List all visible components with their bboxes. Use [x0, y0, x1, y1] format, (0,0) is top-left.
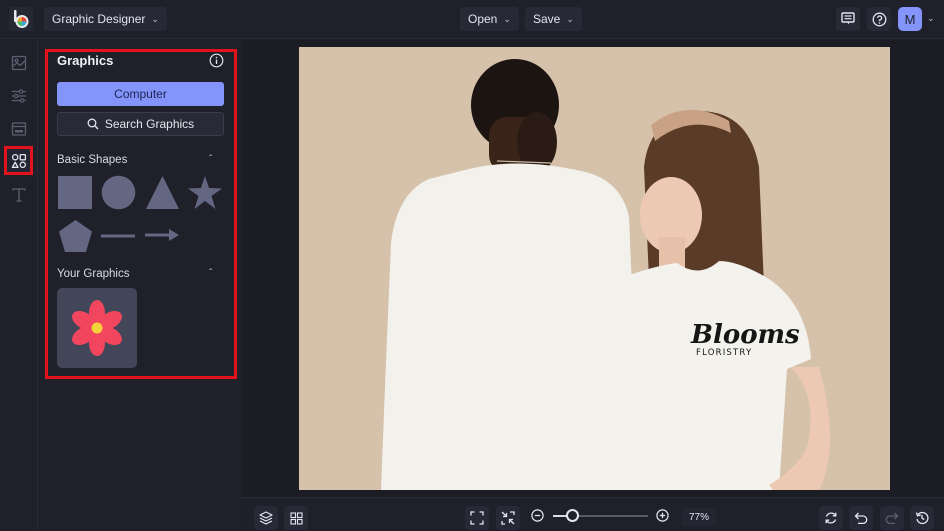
redo-icon [885, 512, 899, 525]
grid-view-button[interactable] [284, 506, 308, 530]
comments-button[interactable] [836, 7, 860, 31]
shirt-logo-subtitle: FLORISTRY [696, 348, 752, 358]
open-label: Open [468, 12, 498, 26]
layers-button[interactable] [254, 506, 278, 530]
layers-icon [259, 511, 273, 525]
your-graphics-heading: Your Graphics [57, 268, 130, 280]
grid-icon [289, 511, 303, 525]
rail-item-edit[interactable] [4, 81, 33, 110]
computer-label: Computer [114, 87, 167, 101]
rail-item-graphics[interactable] [4, 146, 33, 175]
your-graphic-item[interactable] [57, 288, 137, 368]
search-icon [87, 118, 99, 130]
befunky-logo-icon [14, 10, 29, 28]
shape-arrow[interactable] [145, 228, 180, 242]
image-icon [11, 55, 26, 70]
shape-triangle[interactable] [145, 176, 180, 209]
mode-dropdown[interactable]: Graphic Designer ⌄ [44, 7, 167, 31]
chevron-down-icon: ⌄ [503, 13, 511, 24]
undo-button[interactable] [849, 506, 873, 530]
chevron-down-icon[interactable]: ⌄ [927, 13, 935, 24]
mode-label: Graphic Designer [52, 12, 146, 26]
save-button[interactable]: Save ⌄ [525, 7, 582, 31]
basic-shapes-heading: Basic Shapes [57, 154, 128, 166]
zoom-out-icon[interactable] [531, 509, 544, 522]
app-logo[interactable] [9, 7, 33, 31]
shape-star[interactable] [188, 176, 222, 209]
shape-circle[interactable] [101, 175, 136, 210]
help-icon [872, 12, 886, 26]
history-icon [915, 511, 929, 525]
fit-to-screen-button[interactable] [465, 506, 489, 530]
shrink-icon [501, 511, 515, 525]
history-button[interactable] [910, 506, 934, 530]
search-graphics-button[interactable]: Search Graphics [57, 112, 224, 136]
undo-icon [854, 512, 868, 525]
layout-icon [11, 121, 26, 136]
save-label: Save [533, 12, 561, 26]
flower-icon [72, 300, 122, 356]
upload-from-computer-button[interactable]: Computer [57, 82, 224, 106]
text-icon [11, 187, 26, 202]
refresh-icon [825, 512, 837, 524]
redo-button[interactable] [880, 506, 904, 530]
canvas-photo: Blooms FLORISTRY [299, 47, 890, 490]
info-icon[interactable] [209, 53, 224, 68]
user-avatar[interactable]: M [898, 7, 922, 31]
sliders-icon [11, 88, 26, 103]
rail-item-templates[interactable] [4, 114, 33, 143]
design-canvas[interactable]: Blooms FLORISTRY [299, 47, 890, 490]
panel-title: Graphics [57, 53, 114, 68]
chevron-up-icon[interactable]: ˆ [209, 154, 212, 165]
shirt-logo-script: Blooms [690, 320, 800, 350]
help-button[interactable] [867, 7, 891, 31]
actual-size-button[interactable] [496, 506, 520, 530]
zoom-in-icon[interactable] [656, 509, 669, 522]
search-graphics-label: Search Graphics [104, 117, 195, 131]
shapes-icon [11, 153, 26, 168]
shape-line[interactable] [101, 232, 136, 240]
expand-icon [470, 511, 484, 525]
rail-item-text[interactable] [4, 180, 33, 209]
avatar-initial: M [904, 11, 916, 27]
comments-icon [841, 12, 855, 25]
rail-item-image-manager[interactable] [4, 48, 33, 77]
chevron-up-icon[interactable]: ˆ [209, 268, 212, 279]
shape-pentagon[interactable] [59, 220, 92, 252]
shape-square[interactable] [58, 176, 92, 209]
zoom-slider-thumb[interactable] [565, 509, 579, 522]
chevron-down-icon: ⌄ [151, 13, 159, 24]
open-button[interactable]: Open ⌄ [460, 7, 519, 31]
reset-button[interactable] [819, 506, 843, 530]
zoom-percentage[interactable]: 77% [682, 508, 716, 526]
chevron-down-icon: ⌄ [566, 13, 574, 24]
